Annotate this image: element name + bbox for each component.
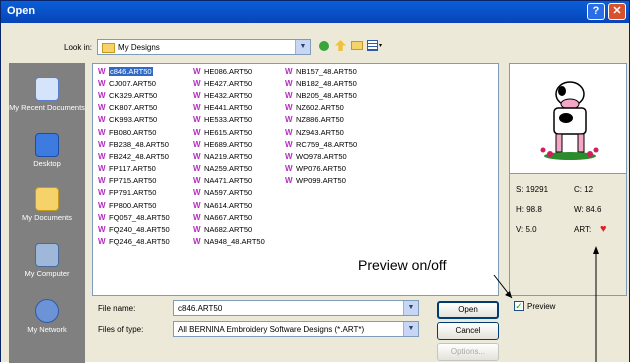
heart-arrow-head bbox=[593, 246, 599, 254]
callout-arrow-head bbox=[505, 291, 512, 298]
annotation-arrows bbox=[493, 246, 599, 362]
